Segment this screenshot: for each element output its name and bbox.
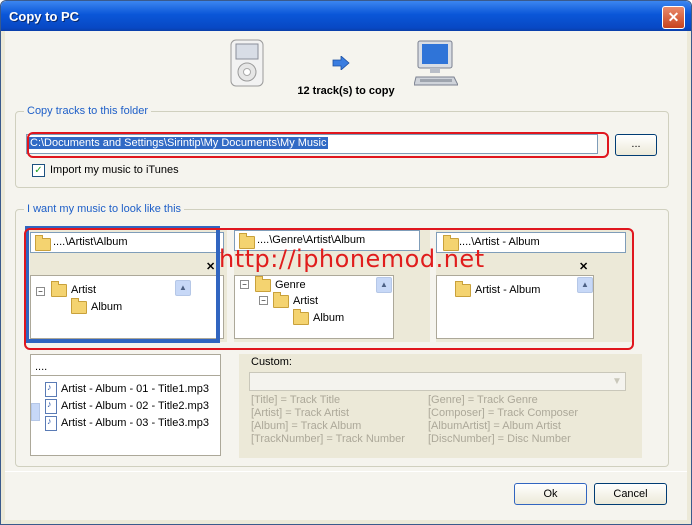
- import-itunes-checkbox[interactable]: ✓: [32, 164, 45, 177]
- watermark-text: http://iphonemod.net: [219, 245, 485, 273]
- folder-group-legend: Copy tracks to this folder: [24, 105, 152, 117]
- token-composer: [Composer] = Track Composer: [428, 407, 579, 419]
- style-group-legend: I want my music to look like this: [24, 203, 185, 215]
- audio-file-icon: [45, 416, 57, 431]
- custom-label: Custom:: [251, 356, 292, 368]
- close-button[interactable]: ✕: [662, 6, 685, 29]
- cancel-button[interactable]: Cancel: [594, 483, 667, 505]
- token-disc-number: [DiscNumber] = Disc Number: [428, 433, 571, 445]
- file-preview-list: .... Artist - Album - 01 - Title1.mp3 Ar…: [30, 354, 221, 456]
- token-album: [Album] = Track Album: [251, 420, 362, 432]
- token-track-number: [TrackNumber] = Track Number: [251, 433, 405, 445]
- ipod-icon: [230, 39, 264, 87]
- token-help-right: [Genre] = Track Genre [Composer] = Track…: [428, 394, 578, 446]
- token-title: [Title] = Track Title: [251, 394, 341, 406]
- ok-button[interactable]: Ok: [514, 483, 587, 505]
- token-genre: [Genre] = Track Genre: [428, 394, 538, 406]
- preview-file: Artist - Album - 02 - Title2.mp3: [61, 400, 209, 412]
- computer-icon: [414, 40, 458, 86]
- preview-file: Artist - Album - 03 - Title3.mp3: [61, 417, 209, 429]
- folder-group: Copy tracks to this folder C:\Documents …: [15, 105, 669, 188]
- token-album-artist: [AlbumArtist] = Album Artist: [428, 420, 561, 432]
- chevron-down-icon: ▼: [612, 376, 622, 387]
- dialog-content: 12 track(s) to copy Copy tracks to this …: [5, 31, 687, 520]
- token-artist: [Artist] = Track Artist: [251, 407, 350, 419]
- arrow-right-icon: [332, 56, 350, 70]
- track-count: 12 track(s) to copy: [297, 85, 395, 97]
- preview-file: Artist - Album - 01 - Title1.mp3: [61, 383, 209, 395]
- token-help-left: [Title] = Track Title [Artist] = Track A…: [251, 394, 405, 446]
- audio-file-icon: [45, 382, 57, 397]
- audio-file-icon: [45, 399, 57, 414]
- custom-format-panel: Custom: ▼ [Title] = Track Title [Artist]…: [239, 354, 642, 458]
- browse-button[interactable]: ...: [615, 134, 657, 156]
- custom-format-dropdown[interactable]: ▼: [249, 372, 626, 391]
- path-highlight: [27, 132, 609, 158]
- import-itunes-label[interactable]: Import my music to iTunes: [50, 164, 179, 176]
- preview-header: ....: [35, 361, 48, 373]
- title-bar[interactable]: Copy to PC ✕: [1, 1, 691, 31]
- window-title: Copy to PC: [9, 9, 80, 24]
